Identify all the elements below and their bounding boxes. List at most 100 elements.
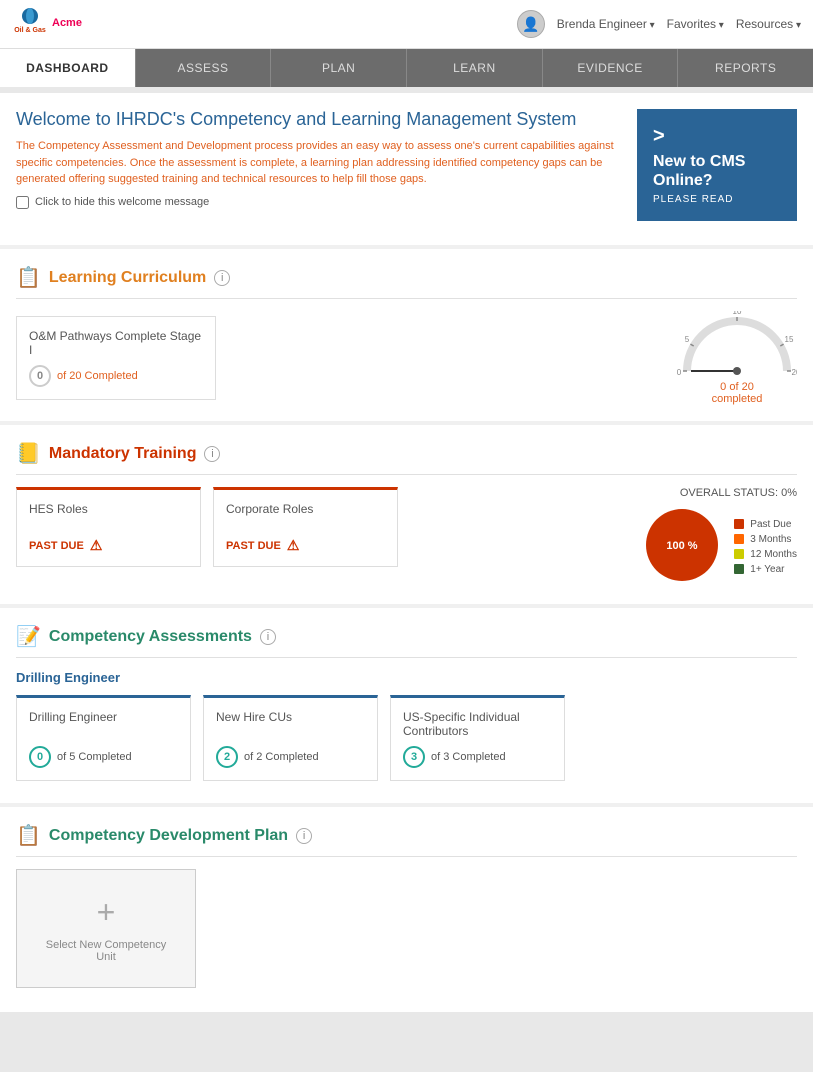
select-new-competency-label: Select New Competency Unit bbox=[41, 939, 171, 963]
comp-card-newhire-title: New Hire CUs bbox=[216, 710, 365, 724]
legend-label-3months: 3 Months bbox=[750, 534, 791, 545]
competency-assessments-section: 📝 Competency Assessments i Drilling Engi… bbox=[0, 608, 813, 803]
status-chart: OVERALL STATUS: 0% 100 % Past Due bbox=[642, 487, 797, 588]
legend-dot-3months bbox=[734, 534, 744, 544]
hes-past-due-label: PAST DUE bbox=[29, 540, 84, 552]
add-icon: + bbox=[97, 894, 116, 931]
status-legend: Past Due 3 Months 12 Months 1+ Year bbox=[734, 519, 797, 575]
gauge-svg: 0 5 10 15 20 bbox=[677, 311, 797, 381]
comp-card-drilling-footer: 0 of 5 Completed bbox=[29, 746, 178, 768]
training-cards: HES Roles PAST DUE ⚠ Corporate Roles PAS… bbox=[16, 487, 398, 567]
user-menu[interactable]: Brenda Engineer bbox=[557, 17, 655, 31]
comp-label-drilling: of 5 Completed bbox=[57, 751, 132, 763]
competency-dev-plan-info-icon[interactable]: i bbox=[296, 828, 312, 844]
select-new-competency-unit-button[interactable]: + Select New Competency Unit bbox=[16, 869, 196, 988]
corporate-past-due-icon: ⚠ bbox=[287, 537, 300, 554]
legend-label-12months: 12 Months bbox=[750, 549, 797, 560]
mandatory-training-icon: 📒 bbox=[16, 441, 41, 466]
svg-text:0: 0 bbox=[677, 368, 682, 377]
svg-text:100 %: 100 % bbox=[667, 540, 698, 552]
tab-assess[interactable]: ASSESS bbox=[136, 49, 272, 87]
competency-dev-plan-section: 📋 Competency Development Plan i + Select… bbox=[0, 807, 813, 1012]
logo: Oil & Gas Acme bbox=[12, 6, 82, 42]
header-right: 👤 Brenda Engineer Favorites Resources bbox=[517, 10, 801, 38]
user-avatar: 👤 bbox=[517, 10, 545, 38]
curriculum-badge: 0 bbox=[29, 365, 51, 387]
pie-chart: 100 % bbox=[642, 505, 722, 588]
competency-dev-plan-header: 📋 Competency Development Plan i bbox=[16, 823, 797, 857]
learning-curriculum-icon: 📋 bbox=[16, 265, 41, 290]
corporate-past-due-label: PAST DUE bbox=[226, 540, 281, 552]
gauge-container: 0 5 10 15 20 0 of 20 bbox=[677, 311, 797, 405]
competency-assessments-info-icon[interactable]: i bbox=[260, 629, 276, 645]
comp-card-newhire[interactable]: New Hire CUs 2 of 2 Completed bbox=[203, 695, 378, 781]
welcome-title: Welcome to IHRDC's Competency and Learni… bbox=[16, 109, 625, 130]
mandatory-training-info-icon[interactable]: i bbox=[204, 446, 220, 462]
svg-text:Oil & Gas: Oil & Gas bbox=[14, 27, 46, 34]
curriculum-card-footer: 0 of 20 Completed bbox=[29, 365, 203, 387]
competency-role-section: Drilling Engineer Drilling Engineer 0 of… bbox=[16, 670, 797, 781]
learning-curriculum-title: Learning Curriculum bbox=[49, 269, 206, 287]
training-card-corporate[interactable]: Corporate Roles PAST DUE ⚠ bbox=[213, 487, 398, 567]
legend-dot-1year bbox=[734, 564, 744, 574]
competency-role-title: Drilling Engineer bbox=[16, 670, 797, 685]
legend-label-past-due: Past Due bbox=[750, 519, 791, 530]
legend-past-due: Past Due bbox=[734, 519, 797, 530]
favorites-menu[interactable]: Favorites bbox=[667, 17, 724, 31]
pie-svg: 100 % bbox=[642, 505, 722, 585]
hide-welcome-input[interactable] bbox=[16, 196, 29, 209]
resources-menu[interactable]: Resources bbox=[736, 17, 801, 31]
svg-text:5: 5 bbox=[685, 335, 690, 344]
logo-icon: Oil & Gas bbox=[12, 6, 48, 42]
competency-assessments-header: 📝 Competency Assessments i bbox=[16, 624, 797, 658]
comp-badge-drilling: 0 bbox=[29, 746, 51, 768]
training-content: HES Roles PAST DUE ⚠ Corporate Roles PAS… bbox=[16, 487, 797, 588]
learning-curriculum-info-icon[interactable]: i bbox=[214, 270, 230, 286]
nav-tabs: DASHBOARD ASSESS PLAN LEARN EVIDENCE REP… bbox=[0, 49, 813, 87]
curriculum-card-title: O&M Pathways Complete Stage I bbox=[29, 329, 203, 357]
comp-card-usspecific[interactable]: US-Specific Individual Contributors 3 of… bbox=[390, 695, 565, 781]
legend-1year: 1+ Year bbox=[734, 564, 797, 575]
tab-evidence[interactable]: EVIDENCE bbox=[543, 49, 679, 87]
legend-label-1year: 1+ Year bbox=[750, 564, 784, 575]
comp-badge-usspecific: 3 bbox=[403, 746, 425, 768]
header: Oil & Gas Acme 👤 Brenda Engineer Favorit… bbox=[0, 0, 813, 49]
tab-learn[interactable]: LEARN bbox=[407, 49, 543, 87]
gauge-label: 0 of 20 completed bbox=[712, 381, 763, 405]
legend-12months: 12 Months bbox=[734, 549, 797, 560]
cms-banner-arrow: > bbox=[653, 125, 665, 148]
tab-reports[interactable]: REPORTS bbox=[678, 49, 813, 87]
comp-card-usspecific-footer: 3 of 3 Completed bbox=[403, 746, 552, 768]
comp-label-newhire: of 2 Completed bbox=[244, 751, 319, 763]
training-card-corporate-title: Corporate Roles bbox=[226, 502, 385, 516]
comp-card-drilling-title: Drilling Engineer bbox=[29, 710, 178, 724]
training-card-hes-footer: PAST DUE ⚠ bbox=[29, 537, 188, 554]
legend-dot-12months bbox=[734, 549, 744, 559]
curriculum-card[interactable]: O&M Pathways Complete Stage I 0 of 20 Co… bbox=[16, 316, 216, 400]
legend-dot-past-due bbox=[734, 519, 744, 529]
competency-assessments-title: Competency Assessments bbox=[49, 628, 252, 646]
comp-label-usspecific: of 3 Completed bbox=[431, 751, 506, 763]
logo-text: Acme bbox=[52, 17, 82, 30]
tab-plan[interactable]: PLAN bbox=[271, 49, 407, 87]
status-chart-inner: 100 % Past Due 3 Months bbox=[642, 505, 797, 588]
competency-assessments-icon: 📝 bbox=[16, 624, 41, 649]
training-card-hes[interactable]: HES Roles PAST DUE ⚠ bbox=[16, 487, 201, 567]
welcome-section: Welcome to IHRDC's Competency and Learni… bbox=[0, 93, 813, 245]
tab-dashboard[interactable]: DASHBOARD bbox=[0, 49, 136, 87]
cms-banner[interactable]: > New to CMS Online? PLEASE READ bbox=[637, 109, 797, 221]
main-content: Welcome to IHRDC's Competency and Learni… bbox=[0, 93, 813, 1012]
hide-welcome-checkbox[interactable]: Click to hide this welcome message bbox=[16, 196, 625, 209]
competency-cards: Drilling Engineer 0 of 5 Completed New H… bbox=[16, 695, 797, 781]
comp-card-drilling[interactable]: Drilling Engineer 0 of 5 Completed bbox=[16, 695, 191, 781]
training-card-corporate-footer: PAST DUE ⚠ bbox=[226, 537, 385, 554]
competency-dev-plan-icon: 📋 bbox=[16, 823, 41, 848]
welcome-inner: Welcome to IHRDC's Competency and Learni… bbox=[16, 109, 797, 221]
svg-text:20: 20 bbox=[792, 368, 797, 377]
learning-curriculum-section: 📋 Learning Curriculum i O&M Pathways Com… bbox=[0, 249, 813, 421]
svg-text:10: 10 bbox=[733, 311, 742, 316]
training-card-hes-title: HES Roles bbox=[29, 502, 188, 516]
mandatory-training-section: 📒 Mandatory Training i HES Roles PAST DU… bbox=[0, 425, 813, 604]
learning-curriculum-header: 📋 Learning Curriculum i bbox=[16, 265, 797, 299]
legend-3months: 3 Months bbox=[734, 534, 797, 545]
